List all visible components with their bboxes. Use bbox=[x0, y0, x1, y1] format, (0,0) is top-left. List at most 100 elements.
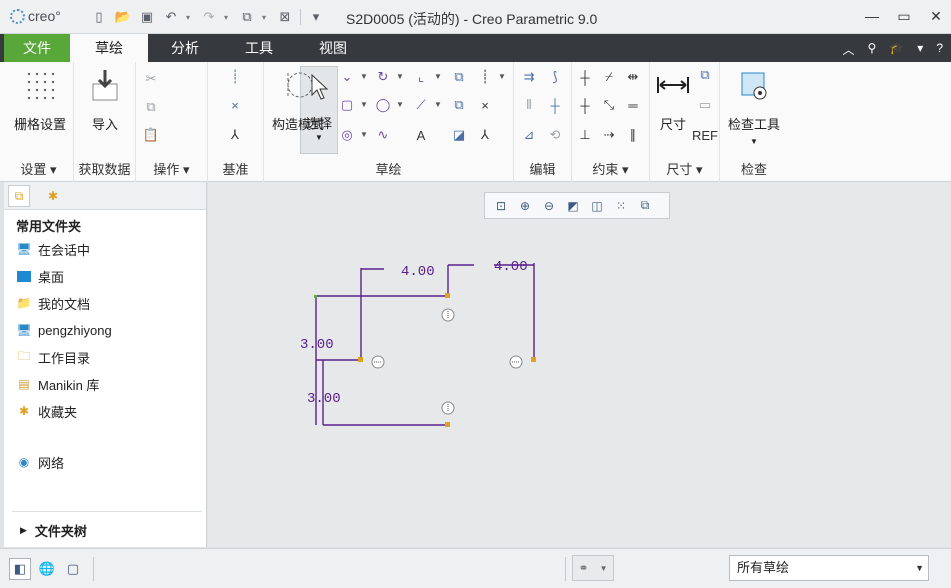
redo-icon[interactable]: ↷ bbox=[200, 8, 218, 26]
import-button[interactable]: 导入 bbox=[76, 68, 134, 133]
dropdown-icon[interactable]: ▾ bbox=[917, 41, 923, 58]
centerline-construct-icon[interactable]: ┊ bbox=[476, 68, 494, 86]
delete-segment-icon[interactable]: ⟆ bbox=[546, 68, 564, 86]
minimize-icon[interactable]: — bbox=[865, 6, 879, 26]
vertex-marker[interactable] bbox=[445, 293, 450, 298]
arc-icon[interactable]: ↻ bbox=[374, 68, 392, 86]
chamfer-dropdown-icon[interactable]: ▼ bbox=[434, 100, 442, 109]
ellipse-icon[interactable]: ◯ bbox=[374, 96, 392, 114]
tab-view[interactable]: 视图 bbox=[300, 34, 366, 62]
vertex-marker[interactable] bbox=[531, 357, 536, 362]
full-screen-icon[interactable]: ▢ bbox=[62, 558, 84, 580]
coordinate-system-icon[interactable]: ⅄ bbox=[226, 126, 244, 144]
vertex-marker[interactable] bbox=[445, 422, 450, 427]
perimeter-icon[interactable]: ⧉ bbox=[696, 66, 714, 84]
sketch-geometry[interactable]: 4.00 4.00 3.00 3.00 bbox=[208, 182, 951, 547]
mirror-icon[interactable]: ⫴ bbox=[520, 96, 538, 114]
rectangle-dropdown-icon[interactable]: ▼ bbox=[360, 100, 368, 109]
cut-icon[interactable]: ✂ bbox=[142, 70, 160, 88]
regenerate-dropdown-icon[interactable]: ▾ bbox=[262, 13, 270, 22]
dimension-label-top-left[interactable]: 4.00 bbox=[401, 264, 435, 280]
selection-filter-select[interactable]: 所有草绘 ▼ bbox=[729, 555, 929, 581]
tab-sketch[interactable]: 草绘 bbox=[70, 34, 148, 62]
inspect-tools-button[interactable]: 检查工具 ▼ bbox=[722, 68, 786, 146]
nav-item-network[interactable]: ◉网络 bbox=[16, 452, 64, 472]
browser-toggle-icon[interactable]: 🌐 bbox=[36, 558, 58, 580]
centerline-icon[interactable]: ┊ bbox=[226, 68, 244, 86]
group-dimension-label[interactable]: 尺寸 ▾ bbox=[650, 159, 719, 178]
dimension-label-top-right[interactable]: 4.00 bbox=[494, 259, 528, 275]
equal-constraint-icon[interactable]: ⇢ bbox=[600, 126, 618, 144]
construction-mode-button[interactable]: 构造模式 bbox=[266, 68, 330, 133]
grid-settings-button[interactable]: 栅格设置 bbox=[10, 68, 70, 133]
graduation-cap-icon[interactable]: 🎓 bbox=[889, 41, 904, 58]
dimension-button[interactable]: 尺寸 bbox=[652, 68, 694, 133]
tab-analysis[interactable]: 分析 bbox=[152, 34, 218, 62]
folder-tree-toggle[interactable]: ▶文件夹树 bbox=[20, 521, 87, 540]
nav-item-manikin-library[interactable]: ▤Manikin 库 bbox=[16, 374, 99, 394]
redo-dropdown-icon[interactable]: ▾ bbox=[224, 13, 232, 22]
centerline-dropdown-icon[interactable]: ▼ bbox=[498, 72, 506, 81]
close-icon[interactable]: ✕ bbox=[929, 6, 943, 26]
palette-icon[interactable]: ◪ bbox=[450, 126, 468, 144]
nav-item-desktop[interactable]: 桌面 bbox=[16, 266, 64, 286]
nav-item-in-session[interactable]: 🖥在会话中 bbox=[16, 239, 90, 259]
graphics-canvas[interactable]: ⊡ ⊕ ⊖ ◩ ◫ ⁙ ⧉ 4.00 4.00 bbox=[208, 182, 951, 547]
midpoint-constraint-icon[interactable]: ⇹ bbox=[624, 68, 642, 86]
chamfer-icon[interactable]: ⟋ bbox=[412, 96, 430, 114]
tab-file[interactable]: 文件 bbox=[4, 34, 70, 62]
group-operations-label[interactable]: 操作 ▾ bbox=[136, 159, 207, 178]
collapse-ribbon-icon[interactable]: ︿ bbox=[843, 41, 855, 58]
ellipse-dropdown-icon[interactable]: ▼ bbox=[396, 100, 404, 109]
tab-tools[interactable]: 工具 bbox=[226, 34, 292, 62]
folder-browser-tab[interactable]: ⧉ bbox=[8, 185, 30, 207]
navigator-toggle-icon[interactable]: ◧ bbox=[9, 558, 31, 580]
dimension-label-left-upper[interactable]: 3.00 bbox=[300, 337, 334, 353]
baseline-icon[interactable]: ▭ bbox=[696, 96, 714, 114]
close-window-icon[interactable]: ⊠ bbox=[276, 8, 294, 26]
reference-dimension-icon[interactable]: REF bbox=[696, 126, 714, 144]
horizontal-constraint-icon[interactable]: ┼ bbox=[576, 96, 594, 114]
point-icon[interactable]: × bbox=[226, 96, 244, 114]
copy-icon[interactable]: ⧉ bbox=[142, 98, 160, 116]
paste-icon[interactable]: 📋 bbox=[142, 126, 160, 144]
maximize-icon[interactable]: ▭ bbox=[897, 6, 911, 26]
line-dropdown-icon[interactable]: ▼ bbox=[360, 72, 368, 81]
find-dropdown-icon[interactable]: ▼ bbox=[600, 564, 608, 573]
nav-item-my-documents[interactable]: 📁我的文档 bbox=[16, 293, 90, 313]
undo-icon[interactable]: ↶ bbox=[162, 8, 180, 26]
tangent-constraint-icon[interactable]: ⌿ bbox=[600, 68, 618, 86]
search-icon[interactable]: ⚲ bbox=[868, 41, 877, 58]
customize-qat-icon[interactable]: ▾ bbox=[307, 8, 325, 26]
nav-item-favorites[interactable]: ✱收藏夹 bbox=[16, 401, 77, 421]
nav-item-working-directory[interactable]: 🗀工作目录 bbox=[16, 347, 90, 367]
construction-csys-icon[interactable]: ⅄ bbox=[476, 126, 494, 144]
group-constrain-label[interactable]: 约束 ▾ bbox=[572, 159, 649, 178]
rectangle-icon[interactable]: ▢ bbox=[338, 96, 356, 114]
thicken-icon[interactable]: ⧉ bbox=[450, 96, 468, 114]
symmetric-constraint-icon[interactable]: ═ bbox=[624, 96, 642, 114]
coincident-constraint-icon[interactable]: ⤡ bbox=[600, 96, 618, 114]
nav-item-pengzhiyong[interactable]: 🖥pengzhiyong bbox=[16, 320, 112, 340]
divide-icon[interactable]: ┼ bbox=[546, 96, 564, 114]
inspect-dropdown-icon[interactable]: ▼ bbox=[722, 137, 786, 146]
vertex-marker[interactable] bbox=[358, 357, 363, 362]
circle-icon[interactable]: ◎ bbox=[338, 126, 356, 144]
help-icon[interactable]: ? bbox=[936, 41, 943, 58]
fillet-icon[interactable]: ⌞ bbox=[412, 68, 430, 86]
arc-dropdown-icon[interactable]: ▼ bbox=[396, 72, 404, 81]
new-file-icon[interactable]: ▯ bbox=[90, 8, 108, 26]
dimension-label-left-lower[interactable]: 3.00 bbox=[307, 391, 341, 407]
find-button[interactable]: ⚭▼ bbox=[572, 555, 614, 581]
corner-icon[interactable]: ⊿ bbox=[520, 126, 538, 144]
favorites-tab[interactable]: ✱ bbox=[42, 185, 64, 207]
rotate-resize-icon[interactable]: ⟲ bbox=[546, 126, 564, 144]
modify-icon[interactable]: ⇉ bbox=[520, 68, 538, 86]
open-folder-icon[interactable]: 📂 bbox=[114, 8, 132, 26]
vertical-constraint-icon[interactable]: ┼ bbox=[576, 68, 594, 86]
text-icon[interactable]: A bbox=[412, 126, 430, 144]
perpendicular-constraint-icon[interactable]: ⊥ bbox=[576, 126, 594, 144]
save-icon[interactable]: ▣ bbox=[138, 8, 156, 26]
group-settings-label[interactable]: 设置 ▾ bbox=[4, 159, 73, 178]
regenerate-icon[interactable]: ⧉ bbox=[238, 8, 256, 26]
